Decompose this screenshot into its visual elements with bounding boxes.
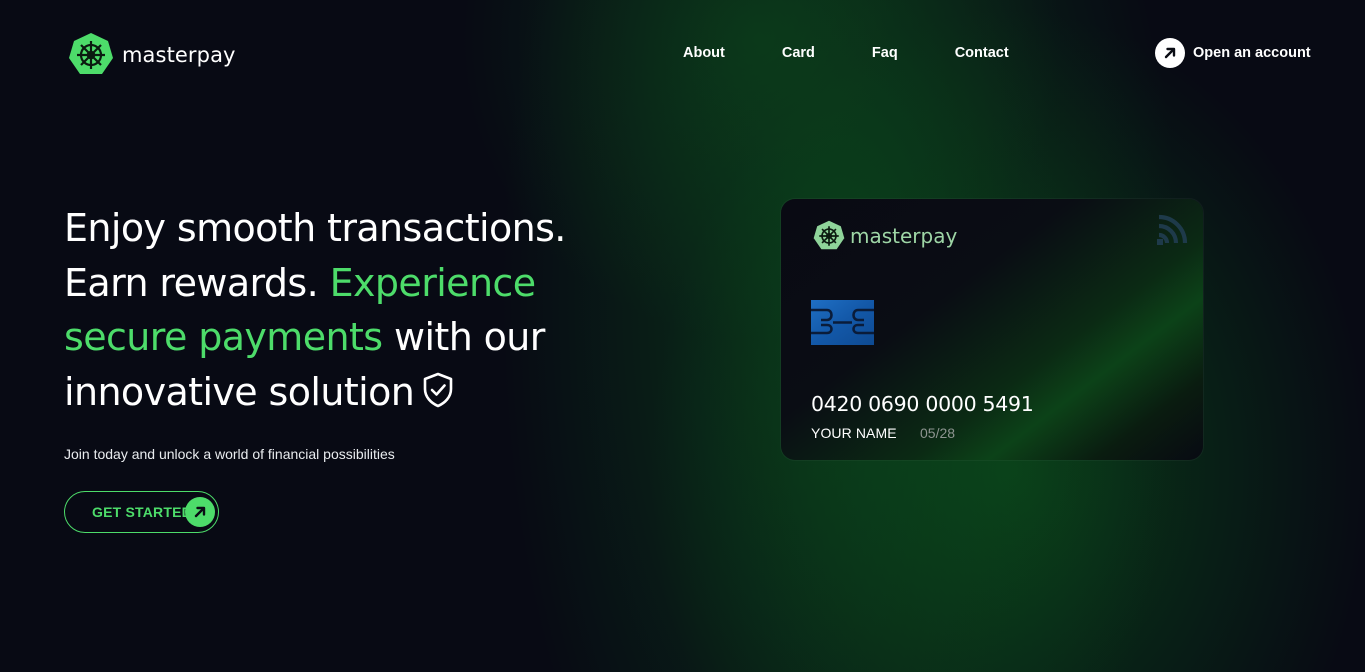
hero-line-3-white: with our — [382, 315, 545, 359]
hero-title: Enjoy smooth transactions. Earn rewards.… — [64, 201, 624, 419]
ship-wheel-icon — [69, 33, 113, 74]
card-number: 0420 0690 0000 5491 — [811, 392, 1034, 416]
shield-check-icon — [423, 372, 453, 407]
main-nav: About Card Faq Contact — [683, 44, 1009, 62]
card-expiry: 05/28 — [920, 425, 956, 441]
card-brand-logo: masterpay — [813, 220, 957, 252]
brand-logo[interactable]: masterpay — [68, 32, 236, 78]
hero-line-1: Enjoy smooth transactions. — [64, 206, 566, 250]
arrow-up-right-icon — [1155, 38, 1185, 68]
nav-item-contact[interactable]: Contact — [955, 44, 1009, 62]
nav-item-faq[interactable]: Faq — [872, 44, 898, 62]
brand-name: masterpay — [122, 43, 236, 67]
hero-line-2-green: Experience — [329, 260, 537, 305]
hero-subtitle: Join today and unlock a world of financi… — [64, 446, 395, 462]
card-brand-name: masterpay — [850, 224, 958, 248]
hero-line-4: innovative solution — [64, 369, 415, 414]
open-account-label: Open an account — [1193, 45, 1311, 61]
get-started-button[interactable]: GET STARTED — [64, 491, 219, 533]
hero-line-3-green: secure payments — [64, 315, 383, 359]
get-started-label: GET STARTED — [92, 504, 192, 520]
hero-line-2-white: Earn rewards. — [64, 260, 330, 305]
open-account-button[interactable]: Open an account — [1155, 38, 1311, 68]
credit-card: masterpay 0420 0690 0000 5491 YOUR NAME — [781, 199, 1203, 460]
ship-wheel-icon — [813, 220, 845, 250]
arrow-up-right-icon — [185, 497, 215, 527]
contactless-icon — [1157, 214, 1188, 245]
card-holder-name: YOUR NAME — [811, 425, 897, 441]
nav-item-card[interactable]: Card — [782, 44, 815, 62]
card-chip-icon — [811, 300, 874, 345]
nav-item-about[interactable]: About — [683, 44, 725, 62]
